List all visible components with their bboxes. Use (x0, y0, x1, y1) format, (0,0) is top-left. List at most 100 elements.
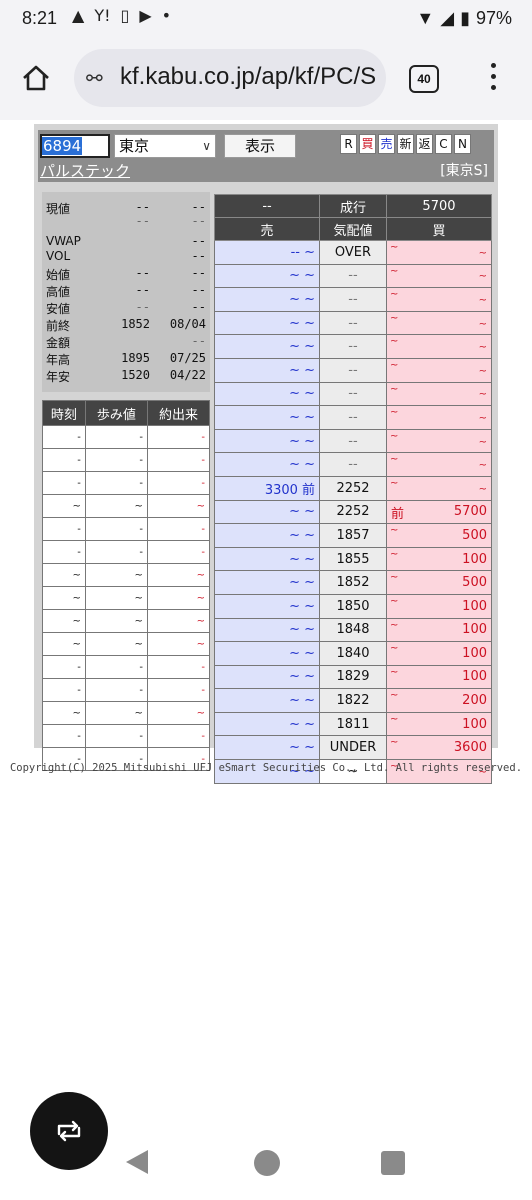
home-nav-icon[interactable] (254, 1150, 280, 1176)
market-select[interactable]: 東京 ∨ (114, 134, 216, 158)
buy-qty[interactable]: ~ ~ (385, 405, 493, 430)
youtube-icon: ▶ (139, 6, 152, 25)
sell-qty[interactable]: -- ~ (213, 240, 321, 265)
quote-panel: 現値 -- -- -- -- VWAP -- VOL -- 始値 -- -- 高値 -- -- 安… (42, 192, 210, 392)
flag-r[interactable]: R (340, 134, 357, 154)
stock-name-link[interactable]: パルステック (40, 160, 130, 181)
tilde-mark: ~ (389, 643, 399, 655)
flag-sell[interactable]: 売 (378, 134, 395, 154)
buy-qty[interactable]: ~500 (385, 570, 493, 595)
buy-qty[interactable]: ~100 (385, 617, 493, 643)
flag-return[interactable]: 返 (416, 134, 433, 154)
buy-value: 100 (462, 645, 487, 661)
quote-price: -- (319, 334, 387, 359)
back-icon[interactable] (126, 1150, 148, 1174)
flag-new[interactable]: 新 (397, 134, 414, 154)
buy-qty[interactable]: ~3600 (385, 735, 493, 761)
sell-qty[interactable]: ~ ~ (213, 287, 321, 312)
tilde-mark: ~ (389, 359, 399, 371)
buy-qty[interactable]: ~ ~ (385, 240, 493, 265)
buy-qty[interactable]: ~100 (385, 711, 493, 737)
flag-c[interactable]: C (435, 134, 452, 154)
buy-qty[interactable]: ~ ~ (385, 310, 493, 336)
sell-qty[interactable]: ~ ~ (213, 405, 321, 430)
buy-qty[interactable]: ~ ~ (385, 452, 493, 477)
sell-qty[interactable]: ~ ~ (213, 428, 321, 454)
show-button[interactable]: 表示 (224, 134, 296, 158)
buy-qty[interactable]: 前 5700 (385, 499, 493, 525)
tick-price: - (84, 517, 148, 541)
tick-time: ~ (42, 632, 86, 656)
buy-qty[interactable]: ~100 (385, 593, 493, 619)
sell-qty[interactable]: ~ ~ (213, 570, 321, 595)
tilde-mark: ~ (389, 289, 399, 301)
sell-qty[interactable]: ~ ~ (213, 641, 321, 666)
buy-qty[interactable]: ~100 (385, 641, 493, 666)
sell-qty[interactable]: ~ ~ (213, 711, 321, 737)
market-value: 東京 (119, 137, 150, 155)
sell-qty[interactable]: ~ ~ (213, 310, 321, 336)
overflow-menu-icon[interactable] (488, 60, 498, 94)
sell-qty[interactable]: ~ ~ (213, 357, 321, 383)
switch-fab[interactable] (30, 1092, 108, 1170)
buy-qty[interactable]: ~100 (385, 546, 493, 572)
quote-row: 年高 1895 07/25 (46, 351, 206, 367)
url-text[interactable]: kf.kabu.co.jp/ap/kf/PC/S (120, 63, 376, 91)
sell-qty[interactable]: ~ ~ (213, 664, 321, 690)
board-row: ~ ~1850 ~100 (213, 593, 493, 619)
flag-buy[interactable]: 買 (359, 134, 376, 154)
tick-volume: ~ (146, 563, 211, 587)
notification-icons: ▲ Y! ▯ ▶ • (72, 6, 171, 25)
site-settings-icon[interactable]: ⚯ (86, 66, 103, 90)
sell-qty[interactable]: ~ ~ (213, 617, 321, 643)
buy-qty[interactable]: ~100 (385, 664, 493, 690)
sell-qty[interactable]: ~ ~ (213, 452, 321, 477)
buy-qty[interactable]: ~ ~ (385, 475, 493, 501)
tick-row: ~ ~ ~ (42, 609, 211, 633)
board-row: ~ ~ -- ~ ~ (213, 381, 493, 407)
sell-qty[interactable]: ~ ~ (213, 688, 321, 713)
tick-row: --- (42, 678, 211, 702)
sell-qty[interactable]: ~ ~ (213, 593, 321, 619)
tab-switcher-button[interactable]: 40 (409, 65, 439, 93)
buy-qty[interactable]: ~ ~ (385, 357, 493, 383)
quote-price: -- (319, 310, 387, 336)
buy-qty[interactable]: ~500 (385, 523, 493, 548)
buy-qty[interactable]: ~ ~ (385, 428, 493, 454)
quote-price: OVER (319, 240, 387, 265)
buy-value: 100 (462, 669, 487, 685)
tick-time: ~ (42, 586, 86, 610)
tick-row: --- (42, 517, 211, 541)
code-input[interactable]: 6894 (40, 134, 110, 158)
sell-qty[interactable]: ~ ~ (213, 499, 321, 525)
sell-qty[interactable]: ~ ~ (213, 334, 321, 359)
sell-qty[interactable]: ~ ~ (213, 546, 321, 572)
url-bar[interactable]: ⚯ kf.kabu.co.jp/ap/kf/PC/S (74, 49, 386, 107)
buy-qty[interactable]: ~ ~ (385, 287, 493, 312)
quote-row: 現値 -- -- (46, 200, 206, 216)
tick-price: - (84, 540, 148, 564)
recents-icon[interactable] (381, 1151, 405, 1175)
buy-qty[interactable]: ~ ~ (385, 381, 493, 407)
buy-qty[interactable]: ~ ~ (385, 263, 493, 289)
sell-qty[interactable]: ~ ~ (213, 381, 321, 407)
col-time: 時刻 (42, 400, 86, 426)
buy-value: ~ (478, 271, 487, 283)
buy-qty[interactable]: ~200 (385, 688, 493, 713)
tick-time: - (42, 425, 86, 449)
sell-qty[interactable]: ~ ~ (213, 735, 321, 761)
sell-qty[interactable]: 3300 前 (213, 475, 321, 501)
tilde-mark: ~ (389, 690, 399, 702)
code-text: 6894 (42, 137, 83, 155)
board-row: ~ ~2252 前 5700 (213, 499, 493, 525)
sell-qty[interactable]: ~ ~ (213, 263, 321, 289)
quote-row: VOL -- (46, 249, 206, 263)
home-icon[interactable] (20, 62, 52, 94)
flag-n[interactable]: N (454, 134, 471, 154)
buy-qty[interactable]: ~ ~ (385, 334, 493, 359)
tilde-mark: ~ (389, 737, 399, 749)
tick-row: --- (42, 471, 211, 495)
tick-volume: - (146, 540, 211, 564)
signal-icon: ◢ (440, 8, 455, 28)
sell-qty[interactable]: ~ ~ (213, 523, 321, 548)
